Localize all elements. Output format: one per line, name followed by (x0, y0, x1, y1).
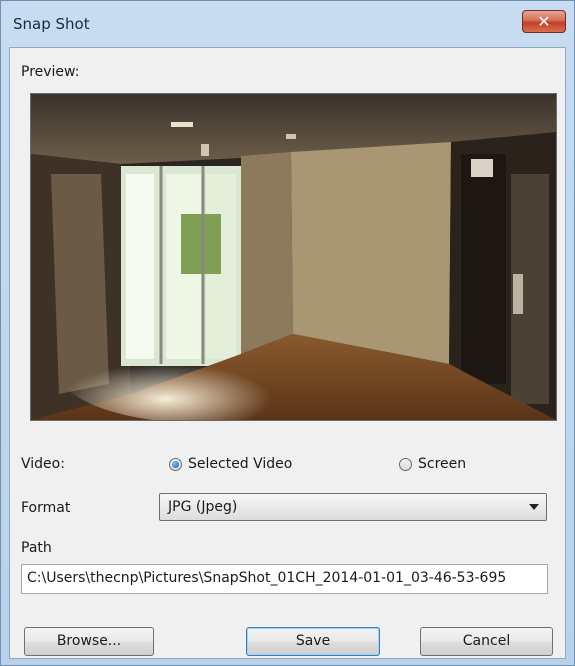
radio-screen-indicator[interactable] (399, 457, 412, 471)
close-button[interactable]: ✕ (522, 10, 566, 33)
snapshot-dialog: Snap Shot ✕ Preview: Video: Selected Vid… (0, 0, 575, 666)
preview-label: Preview: (21, 64, 80, 80)
save-button[interactable]: Save (246, 627, 380, 656)
video-label: Video: (21, 456, 65, 472)
path-input[interactable]: C:\Users\thecnp\Pictures\SnapShot_01CH_2… (21, 564, 548, 594)
radio-screen-label: Screen (418, 456, 467, 472)
chevron-down-icon[interactable] (529, 504, 539, 510)
radio-selected-video-label: Selected Video (188, 456, 293, 472)
browse-button[interactable]: Browse... (24, 627, 154, 656)
radio-selected-video[interactable]: Selected Video (169, 456, 292, 472)
close-icon: ✕ (537, 12, 551, 31)
title-bar[interactable]: Snap Shot ✕ (1, 1, 574, 47)
dialog-body: Preview: Video: Selected Video Screen Fo… (9, 47, 566, 659)
path-label: Path (21, 540, 52, 556)
format-label: Format (21, 500, 71, 516)
radio-selected-video-indicator[interactable] (169, 457, 182, 471)
window-title: Snap Shot (13, 15, 90, 33)
cancel-button[interactable]: Cancel (420, 627, 553, 656)
format-select[interactable]: JPG (Jpeg) (159, 493, 547, 521)
preview-photo (31, 94, 556, 420)
preview-image (30, 93, 557, 421)
format-select-value: JPG (Jpeg) (168, 499, 238, 515)
radio-screen[interactable]: Screen (399, 456, 466, 472)
